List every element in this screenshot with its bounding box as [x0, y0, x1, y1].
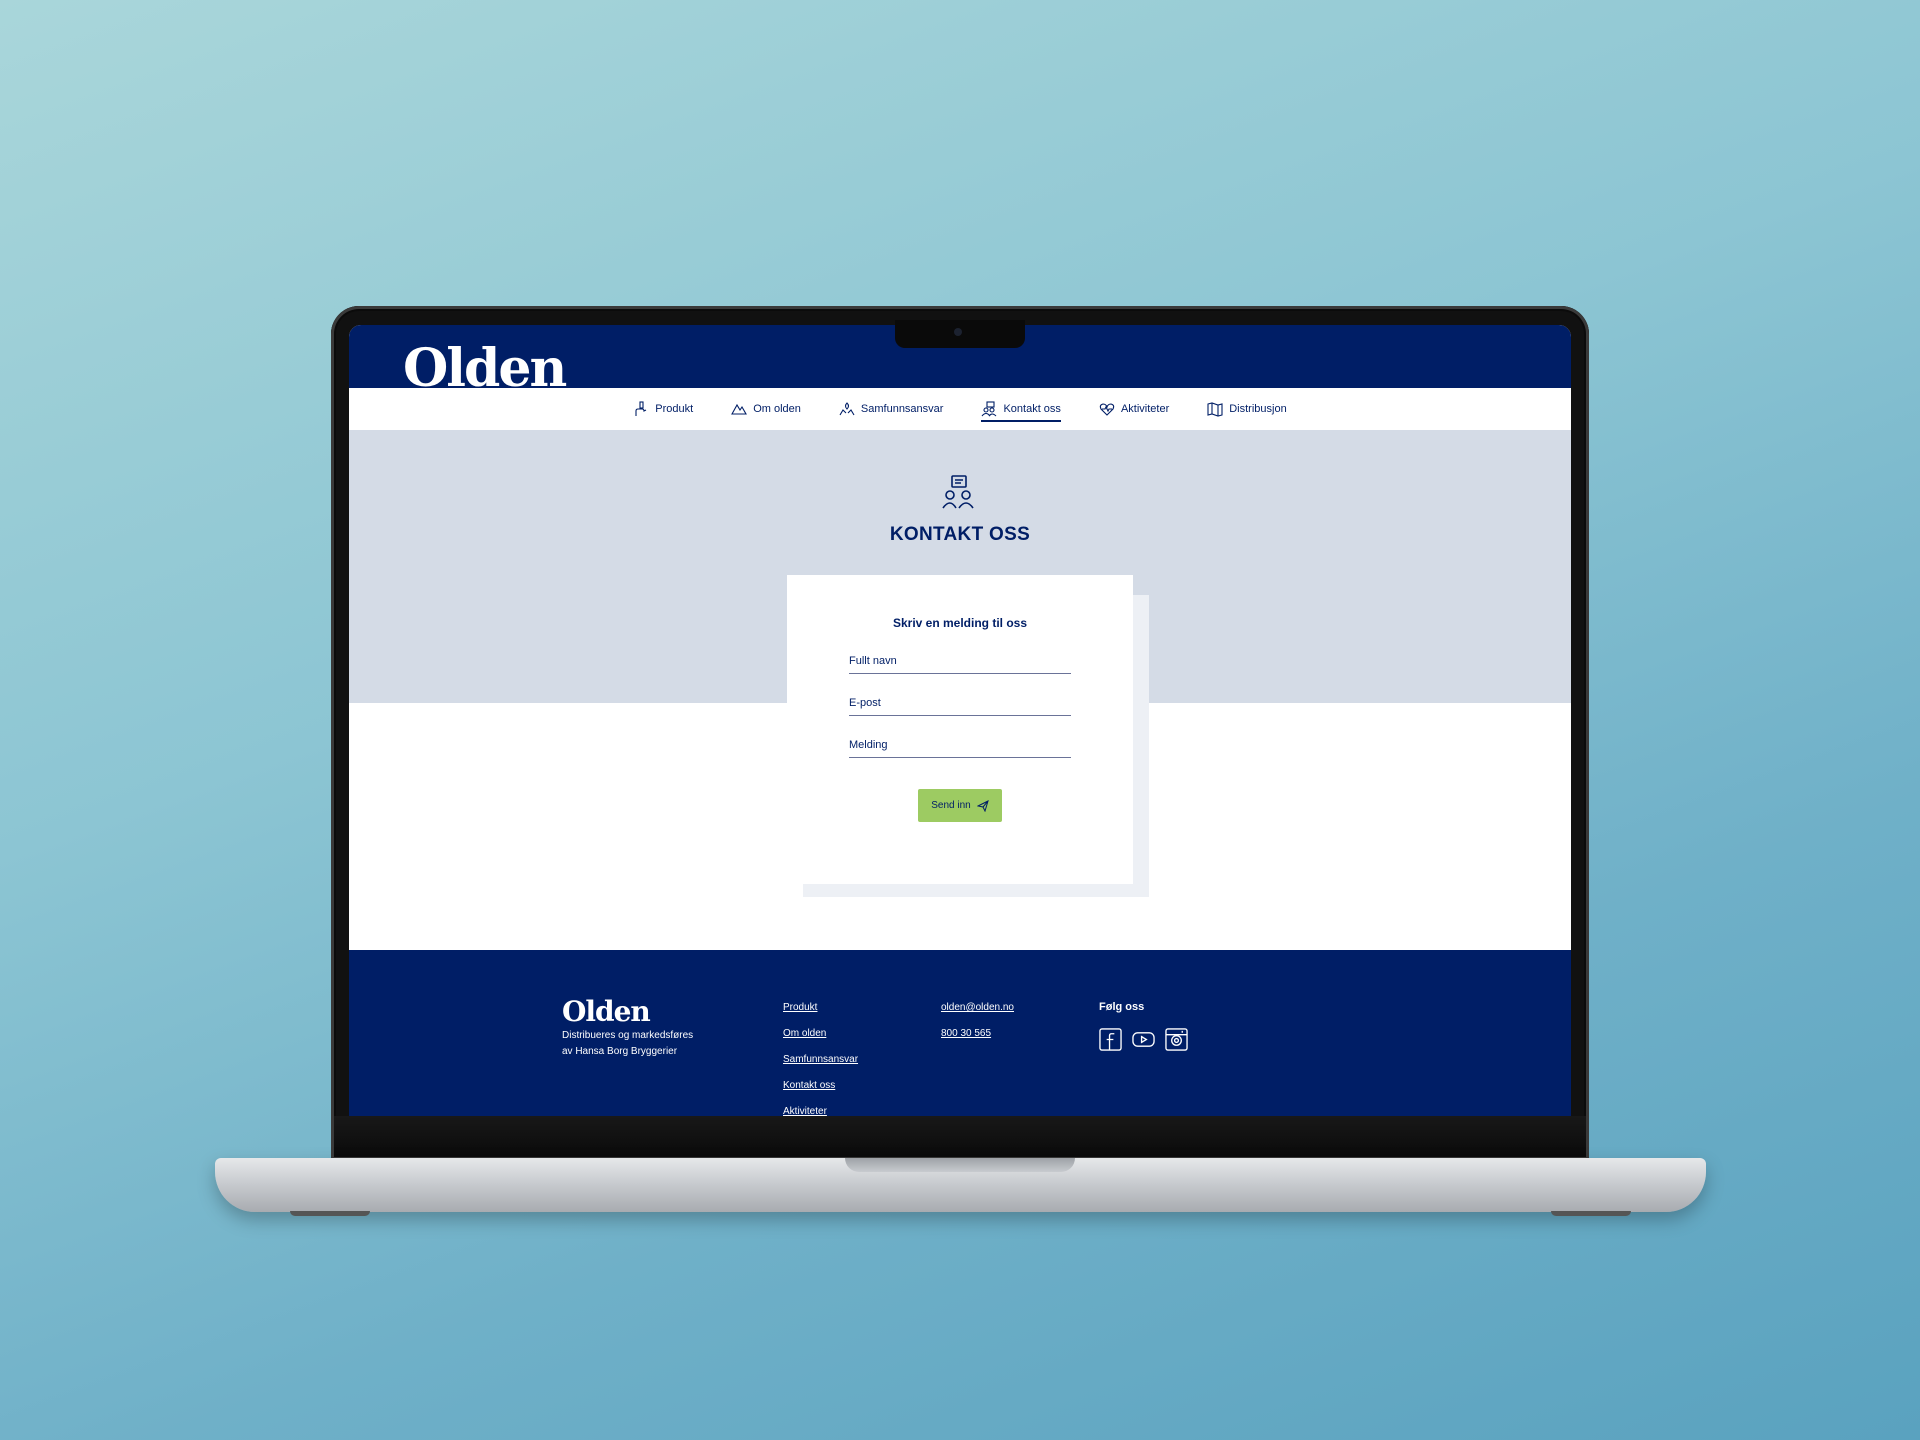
- laptop-foot-left: [290, 1211, 370, 1216]
- footer-phone-link[interactable]: 800 30 565: [941, 1028, 1014, 1040]
- footer-link-om-olden[interactable]: Om olden: [783, 1028, 858, 1040]
- instagram-icon[interactable]: [1165, 1028, 1188, 1051]
- nav-item-aktiviteter[interactable]: Aktiviteter: [1099, 388, 1169, 430]
- follow-heading: Følg oss: [1099, 1001, 1145, 1013]
- email-placeholder: E-post: [849, 697, 881, 709]
- submit-label: Send inn: [931, 800, 971, 811]
- hands-leaf-icon: [839, 402, 855, 416]
- nav-label: Kontakt oss: [1003, 403, 1061, 415]
- laptop-foot-right: [1551, 1211, 1631, 1216]
- nav-label: Produkt: [655, 403, 694, 415]
- nav-label: Aktiviteter: [1120, 403, 1170, 415]
- map-icon: [1207, 402, 1223, 417]
- footer-link-kontakt-oss[interactable]: Kontakt oss: [783, 1080, 858, 1092]
- youtube-icon[interactable]: [1132, 1028, 1155, 1051]
- contact-people-icon: [942, 475, 974, 509]
- footer-link-aktiviteter[interactable]: Aktiviteter: [783, 1106, 858, 1116]
- paper-plane-icon: [976, 799, 989, 812]
- nav-label: Samfunnsansvar: [860, 403, 944, 415]
- social-links: [1099, 1028, 1188, 1051]
- email-field[interactable]: E-post: [849, 691, 1071, 716]
- laptop-base: [215, 1158, 1706, 1212]
- browser-screen: Olden Produkt Om olden Samfunnsansvar Ko…: [349, 325, 1571, 1116]
- site-footer: Olden Distribueres og markedsføres av Ha…: [349, 950, 1571, 1116]
- contact-form: Skriv en melding til oss Fullt navn E-po…: [787, 575, 1133, 884]
- facebook-icon[interactable]: [1099, 1028, 1122, 1051]
- nav-item-om-olden[interactable]: Om olden: [731, 388, 801, 430]
- nav-item-produkt[interactable]: Produkt: [633, 388, 693, 430]
- full-name-field[interactable]: Fullt navn: [849, 649, 1071, 674]
- nav-label: Om olden: [753, 403, 801, 415]
- footer-email-link[interactable]: olden@olden.no: [941, 1002, 1014, 1014]
- form-title: Skriv en melding til oss: [892, 616, 1028, 630]
- footer-contact: olden@olden.no 800 30 565: [941, 1002, 1014, 1054]
- submit-button[interactable]: Send inn: [918, 789, 1002, 822]
- mountain-icon: [731, 403, 748, 415]
- heart-pulse-icon: [1099, 403, 1115, 416]
- nav-item-kontakt-oss[interactable]: Kontakt oss: [981, 388, 1062, 430]
- footer-tagline-line1: Distribueres og markedsføres: [562, 1030, 694, 1041]
- laptop-opening-notch: [845, 1158, 1075, 1172]
- footer-link-samfunnsansvar[interactable]: Samfunnsansvar: [783, 1054, 858, 1066]
- message-field[interactable]: Melding: [849, 733, 1071, 758]
- nav-item-samfunnsansvar[interactable]: Samfunnsansvar: [839, 388, 944, 430]
- message-placeholder: Melding: [849, 739, 888, 751]
- camera-icon: [954, 328, 962, 336]
- full-name-placeholder: Fullt navn: [849, 655, 897, 667]
- footer-links: Produkt Om olden Samfunnsansvar Kontakt …: [783, 1002, 858, 1116]
- nav-item-distribusjon[interactable]: Distribusjon: [1207, 388, 1287, 430]
- hand-bottle-icon: [635, 401, 647, 416]
- footer-tagline: Distribueres og markedsføres av Hansa Bo…: [562, 1028, 712, 1060]
- footer-tagline-line2: av Hansa Borg Bryggerier: [562, 1046, 678, 1057]
- contact-icon: [982, 401, 997, 417]
- main-nav: Produkt Om olden Samfunnsansvar Kontakt …: [349, 388, 1571, 430]
- footer-link-produkt[interactable]: Produkt: [783, 1002, 858, 1014]
- screen-bezel-bottom: [334, 1116, 1586, 1156]
- footer-logo[interactable]: Olden: [562, 998, 651, 1026]
- nav-label: Distribusjon: [1229, 403, 1287, 415]
- camera-notch: [895, 320, 1025, 348]
- page-title: KONTAKT OSS: [889, 524, 1031, 545]
